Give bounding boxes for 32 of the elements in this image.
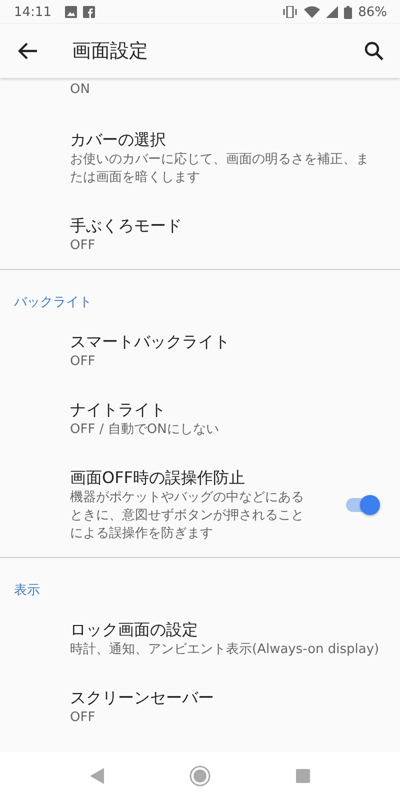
recents-icon[interactable] bbox=[296, 769, 310, 783]
clock: 14:11 bbox=[14, 4, 52, 20]
wifi-icon bbox=[304, 6, 320, 18]
setting-summary: 機器がポケットやバッグの中などにあるときに、意図せずボタンが押されることによる誤操作を防ぎます bbox=[70, 489, 305, 543]
setting-summary: 時計、通知、アンビエント表示(Always-on display) bbox=[70, 641, 380, 659]
setting-title[interactable]: ナイトライト bbox=[70, 399, 380, 421]
setting-title[interactable]: ロック画面の設定 bbox=[70, 619, 380, 641]
screen-title: 画面設定 bbox=[72, 39, 148, 64]
image-icon bbox=[65, 6, 78, 18]
section-header: 表示 bbox=[13, 582, 41, 600]
battery-icon bbox=[344, 6, 352, 18]
search-icon[interactable] bbox=[364, 41, 384, 61]
setting-title[interactable]: カバーの選択 bbox=[70, 129, 380, 151]
setting-summary: OFF bbox=[70, 237, 96, 255]
app-notification-icon bbox=[83, 6, 96, 18]
signal-icon bbox=[326, 6, 338, 18]
setting-summary: OFF bbox=[70, 709, 96, 727]
setting-title[interactable]: スクリーンセーバー bbox=[70, 687, 380, 709]
setting-summary: ON bbox=[70, 81, 91, 99]
setting-summary: OFF bbox=[70, 353, 96, 371]
setting-title[interactable]: 画面OFF時の誤操作防止 bbox=[70, 467, 308, 489]
home-icon[interactable] bbox=[188, 765, 211, 787]
setting-title[interactable]: スマートバックライト bbox=[70, 331, 380, 353]
back-icon[interactable] bbox=[18, 42, 38, 60]
battery-level: 86% bbox=[358, 4, 387, 20]
back-nav-icon[interactable] bbox=[90, 768, 104, 784]
section-header: バックライト bbox=[13, 294, 93, 312]
setting-summary: お使いのカバーに応じて、画面の明るさを補正、または画面を暗くします bbox=[70, 151, 370, 187]
vibrate-icon bbox=[282, 6, 298, 18]
setting-title[interactable]: 手ぶくろモード bbox=[70, 215, 380, 237]
toggle-switch[interactable] bbox=[344, 494, 380, 516]
setting-summary: OFF / 自動でONにしない bbox=[70, 421, 220, 439]
